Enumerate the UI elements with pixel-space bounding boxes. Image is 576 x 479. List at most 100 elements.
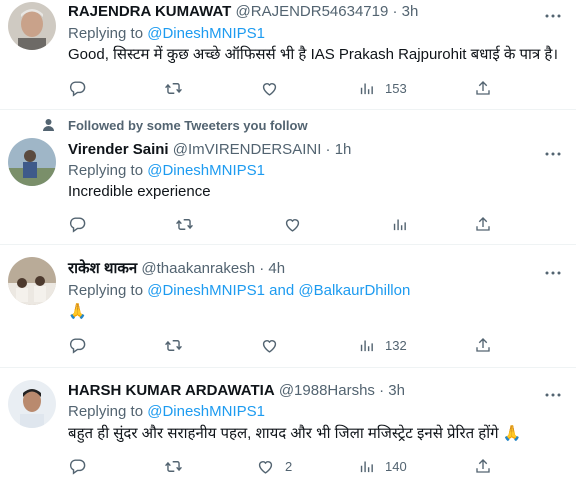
avatar[interactable]: [8, 380, 56, 428]
views-button[interactable]: 140: [358, 456, 407, 476]
replying-prefix: Replying to: [68, 403, 148, 420]
display-name[interactable]: Virender Saini: [68, 141, 169, 158]
retweet-icon: [164, 457, 183, 476]
tweet-header: Virender Saini @ImVIRENDERSAINI · 1h: [68, 141, 351, 159]
share-icon: [474, 79, 492, 97]
views-button[interactable]: 153: [358, 78, 407, 98]
user-handle[interactable]: @thaakanrakesh: [141, 260, 255, 277]
avatar[interactable]: [8, 138, 56, 186]
mention-link[interactable]: @DineshMNIPS1: [147, 403, 265, 420]
separator-dot: ·: [259, 260, 265, 277]
replying-prefix: Replying to: [68, 162, 148, 179]
more-icon[interactable]: [544, 7, 562, 17]
timestamp[interactable]: 1h: [335, 141, 352, 158]
views-icon: [391, 216, 408, 233]
share-button[interactable]: [474, 335, 492, 355]
views-icon: [358, 458, 375, 475]
tweet-virender[interactable]: Followed by some Tweeters you follow Vir…: [0, 110, 576, 245]
retweet-button[interactable]: [175, 214, 194, 234]
tweet-actions: 2 140: [68, 456, 498, 476]
share-button[interactable]: [474, 456, 492, 476]
tweet-harsh[interactable]: HARSH KUMAR ARDAWATIA @1988Harshs · 3h R…: [0, 368, 576, 479]
tweet-actions: [68, 214, 498, 234]
display-name[interactable]: HARSH KUMAR ARDAWATIA: [68, 382, 275, 399]
views-icon: [358, 337, 375, 354]
tweet-text: Incredible experience: [68, 183, 211, 200]
social-context[interactable]: Followed by some Tweeters you follow: [68, 118, 308, 133]
reply-button[interactable]: [68, 456, 87, 476]
mention-link[interactable]: @BalkaurDhillon: [298, 282, 410, 299]
like-count: 2: [285, 458, 293, 474]
user-handle[interactable]: @ImVIRENDERSAINI: [173, 141, 322, 158]
more-icon[interactable]: [544, 264, 562, 274]
like-button[interactable]: [260, 335, 279, 355]
replying-to: Replying to @DineshMNIPS1: [68, 162, 265, 180]
user-handle[interactable]: @1988Harshs: [279, 382, 375, 399]
like-icon: [283, 215, 302, 234]
views-count: 140: [385, 458, 407, 474]
views-count: 132: [385, 337, 407, 353]
replying-to: Replying to @DineshMNIPS1 and @BalkaurDh…: [68, 282, 410, 300]
timestamp[interactable]: 4h: [268, 260, 285, 277]
tweet-text: Good, सिस्टम में कुछ अच्छे ऑफिसर्स भी है…: [68, 46, 559, 63]
timestamp[interactable]: 3h: [402, 3, 419, 20]
separator-dot: ·: [325, 141, 331, 158]
mention-link[interactable]: @DineshMNIPS1: [147, 282, 265, 299]
replying-to: Replying to @DineshMNIPS1: [68, 25, 265, 43]
tweet-rajendra[interactable]: RAJENDRA KUMAWAT @RAJENDR54634719 · 3h R…: [0, 0, 576, 110]
mention-and: and: [265, 282, 299, 299]
views-button[interactable]: [391, 214, 408, 234]
tweet-actions: 153: [68, 78, 498, 98]
tweet-text: 🙏: [68, 303, 87, 320]
tweet-header: राकेश थाकन @thaakanrakesh · 4h: [68, 260, 285, 278]
like-icon: [260, 79, 279, 98]
replying-prefix: Replying to: [68, 25, 148, 42]
display-name[interactable]: राकेश थाकन: [68, 260, 137, 277]
separator-dot: ·: [379, 382, 385, 399]
replying-prefix: Replying to: [68, 282, 148, 299]
retweet-icon: [175, 215, 194, 234]
retweet-button[interactable]: [164, 456, 183, 476]
mention-link[interactable]: @DineshMNIPS1: [147, 25, 265, 42]
retweet-button[interactable]: [164, 78, 183, 98]
tweet-rakesh[interactable]: राकेश थाकन @thaakanrakesh · 4h Replying …: [0, 245, 576, 368]
reply-icon: [68, 457, 87, 476]
like-icon: [256, 457, 275, 476]
views-button[interactable]: 132: [358, 335, 407, 355]
separator-dot: ·: [392, 3, 398, 20]
avatar[interactable]: [8, 2, 56, 50]
share-icon: [474, 215, 492, 233]
timestamp[interactable]: 3h: [388, 382, 405, 399]
avatar[interactable]: [8, 257, 56, 305]
retweet-icon: [164, 336, 183, 355]
views-icon: [358, 80, 375, 97]
share-button[interactable]: [474, 78, 492, 98]
tweet-header: RAJENDRA KUMAWAT @RAJENDR54634719 · 3h: [68, 3, 418, 21]
reply-icon: [68, 215, 87, 234]
retweet-icon: [164, 79, 183, 98]
like-button[interactable]: 2: [256, 456, 292, 476]
reply-icon: [68, 79, 87, 98]
reply-button[interactable]: [68, 214, 87, 234]
tweet-actions: 132: [68, 335, 498, 355]
tweet-header: HARSH KUMAR ARDAWATIA @1988Harshs · 3h: [68, 382, 405, 400]
more-icon[interactable]: [544, 386, 562, 396]
share-icon: [474, 336, 492, 354]
reply-button[interactable]: [68, 78, 87, 98]
user-handle[interactable]: @RAJENDR54634719: [236, 3, 389, 20]
like-button[interactable]: [283, 214, 302, 234]
replying-to: Replying to @DineshMNIPS1: [68, 403, 265, 421]
mention-link[interactable]: @DineshMNIPS1: [147, 162, 265, 179]
like-icon: [260, 336, 279, 355]
person-icon: [42, 118, 55, 136]
reply-button[interactable]: [68, 335, 87, 355]
display-name[interactable]: RAJENDRA KUMAWAT: [68, 3, 231, 20]
retweet-button[interactable]: [164, 335, 183, 355]
like-button[interactable]: [260, 78, 279, 98]
tweet-text: बहुत ही सुंदर और सराहनीय पहल, शायद और भी…: [68, 425, 522, 442]
views-count: 153: [385, 80, 407, 96]
share-icon: [474, 457, 492, 475]
share-button[interactable]: [474, 214, 492, 234]
more-icon[interactable]: [544, 145, 562, 155]
reply-icon: [68, 336, 87, 355]
